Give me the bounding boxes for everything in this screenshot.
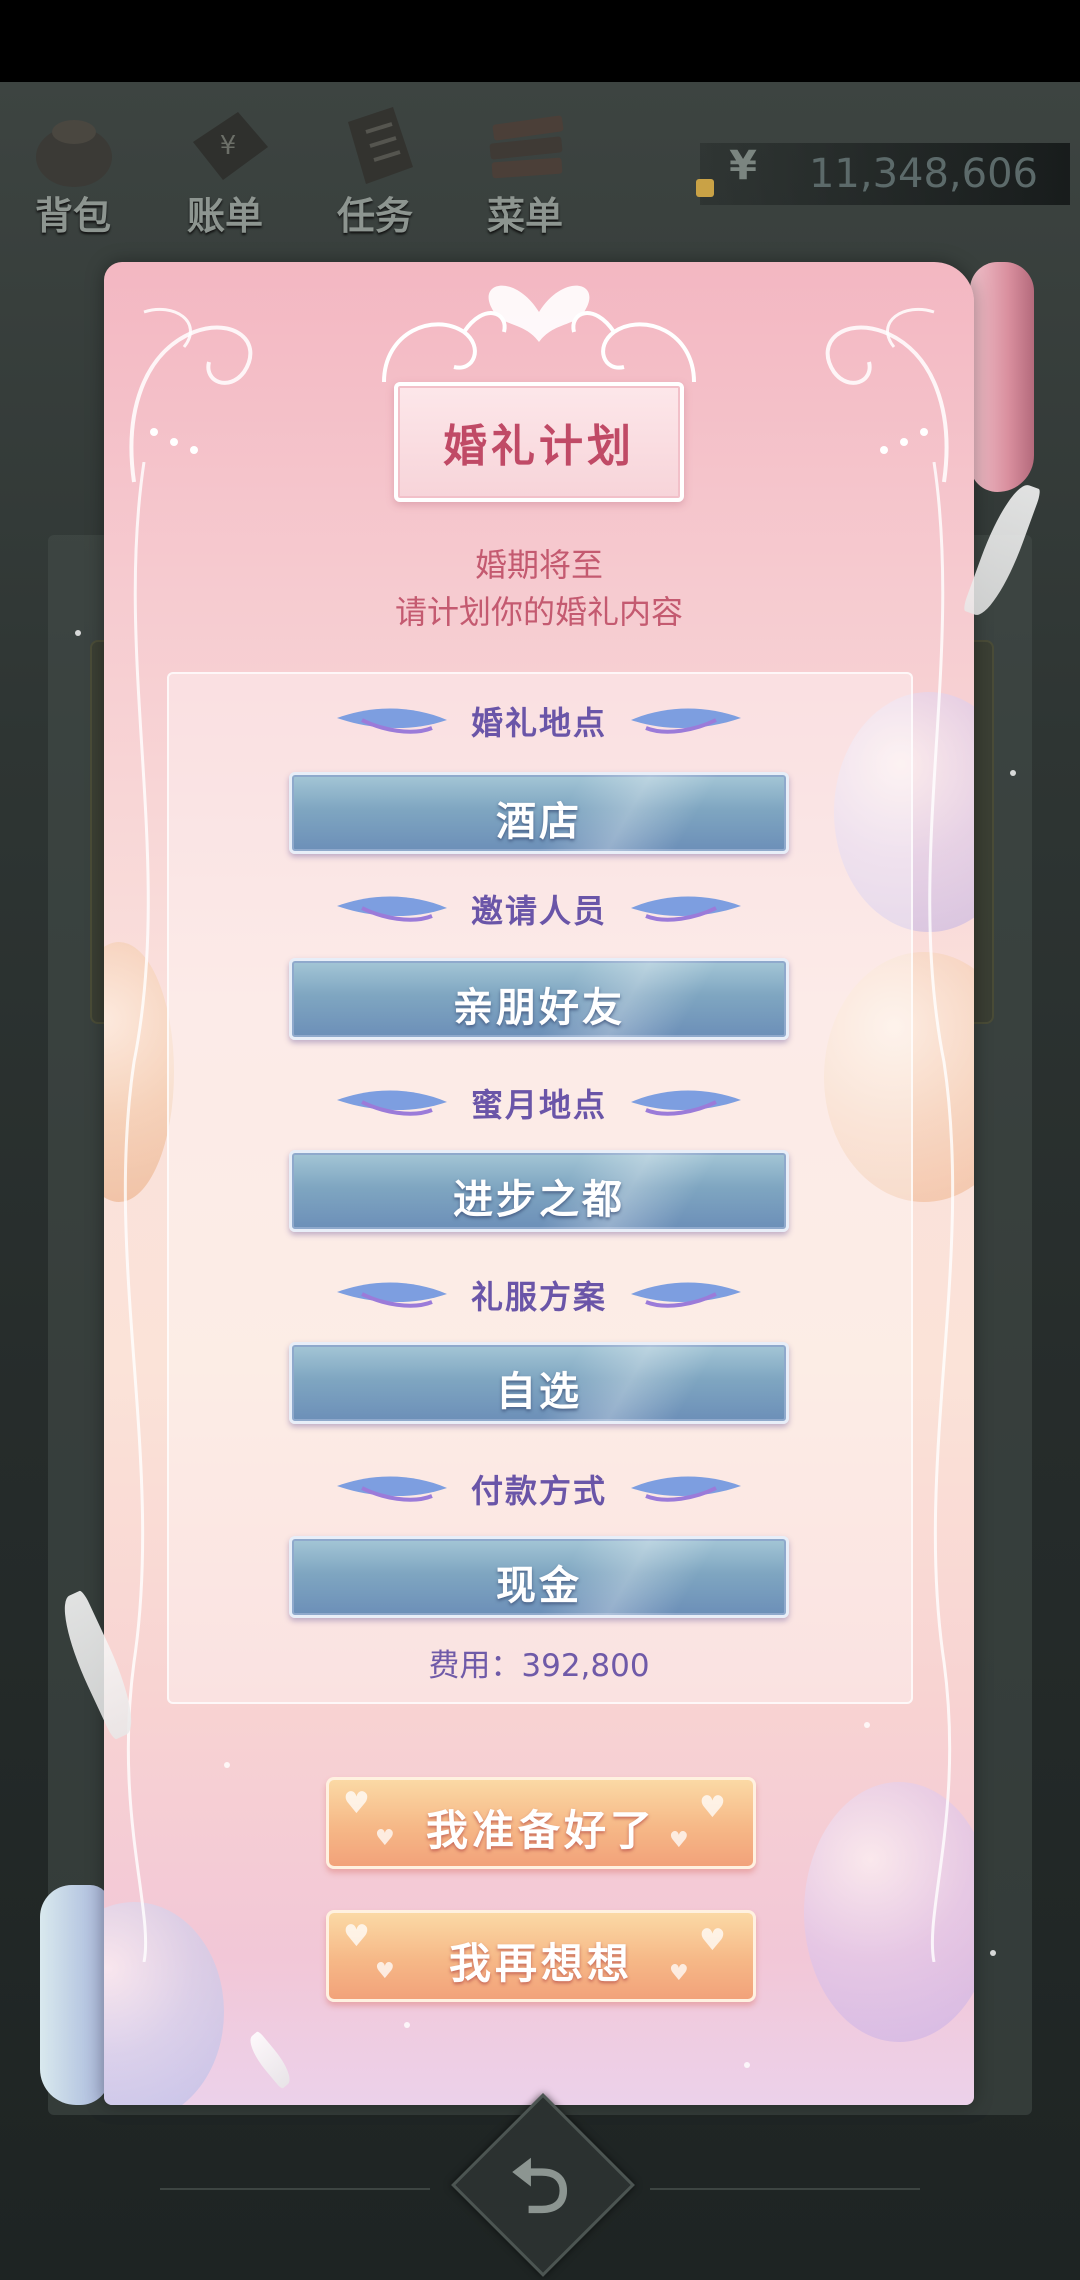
sparkle-decoration [744, 2062, 750, 2068]
scroll-bottom-curl [40, 1885, 110, 2105]
leaf-right-icon [631, 708, 741, 734]
fee-text: 费用：392,800 [428, 1648, 650, 1684]
subtitle-line-1: 婚期将至 [474, 546, 603, 584]
svg-text:¥: ¥ [220, 131, 237, 161]
subtitle-line-2: 请计划你的婚礼内容 [394, 593, 683, 631]
guests-value: 亲朋好友 [453, 985, 625, 1031]
wedding-plan-dialog: 婚礼计划 婚期将至 请计划你的婚礼内容 婚礼地点 酒店 邀请人员 亲朋好友 蜜月… [104, 262, 974, 2105]
sparkle-decoration [404, 2022, 410, 2028]
yen-icon: ¥ [729, 143, 757, 189]
reconsider-button[interactable]: ♥ ♥ ♥ ♥ 我再想想 [326, 1910, 756, 2002]
payment-value: 现金 [496, 1563, 582, 1609]
status-bar [0, 0, 1080, 82]
leaf-right-icon [631, 1090, 741, 1116]
section-label-venue: 婚礼地点 [470, 704, 607, 742]
scroll-top-curl [970, 262, 1034, 492]
reconsider-label: 我再想想 [448, 1939, 633, 1988]
dialog-title: 婚礼计划 [443, 421, 635, 472]
venue-value: 酒店 [496, 799, 582, 845]
nav-task[interactable]: 任务 [310, 90, 440, 240]
sparkle-decoration [75, 630, 81, 636]
sparkle-decoration [864, 1722, 870, 1728]
leaf-right-icon [631, 1476, 741, 1502]
guests-select-button[interactable]: 亲朋好友 [289, 958, 789, 1040]
attire-value: 自选 [496, 1369, 582, 1415]
back-arrow-icon[interactable]: ⮌ [488, 2135, 592, 2239]
nav-label: 菜单 [486, 194, 563, 238]
nav-label: 账单 [186, 194, 263, 238]
honeymoon-select-button[interactable]: 进步之都 [289, 1150, 789, 1232]
nav-bag[interactable]: 背包 [8, 90, 138, 240]
leaf-right-icon [631, 1282, 741, 1308]
nav-label: 任务 [336, 194, 413, 238]
section-label-attire: 礼服方案 [470, 1278, 607, 1316]
section-label-guests: 邀请人员 [470, 892, 607, 930]
bag-icon [36, 120, 112, 187]
nav-menu[interactable]: 菜单 [460, 90, 590, 240]
section-label-payment: 付款方式 [470, 1472, 607, 1510]
nav-bill[interactable]: ¥ 账单 [160, 90, 290, 240]
attire-select-button[interactable]: 自选 [289, 1342, 789, 1424]
money-value: 11,348,606 [808, 151, 1038, 197]
bottom-divider [160, 2188, 430, 2190]
sparkle-decoration [224, 1762, 230, 1768]
payment-select-button[interactable]: 现金 [289, 1536, 789, 1618]
honeymoon-value: 进步之都 [453, 1177, 625, 1223]
task-icon [348, 107, 413, 184]
venue-select-button[interactable]: 酒店 [289, 772, 789, 854]
coin-icon [696, 179, 714, 197]
title-plaque: 婚礼计划 [394, 382, 684, 502]
menu-icon [489, 115, 564, 179]
bill-icon: ¥ [193, 112, 268, 180]
leaf-right-icon [631, 896, 741, 922]
confirm-label: 我准备好了 [425, 1806, 656, 1855]
nav-label: 背包 [34, 194, 111, 238]
money-display: ¥ 11,348,606 [696, 143, 1070, 205]
confirm-button[interactable]: ♥ ♥ ♥ ♥ 我准备好了 [326, 1777, 756, 1869]
sparkle-decoration [1010, 770, 1016, 776]
bottom-divider [650, 2188, 920, 2190]
sparkle-decoration [990, 1950, 996, 1956]
section-label-honeymoon: 蜜月地点 [470, 1086, 607, 1124]
